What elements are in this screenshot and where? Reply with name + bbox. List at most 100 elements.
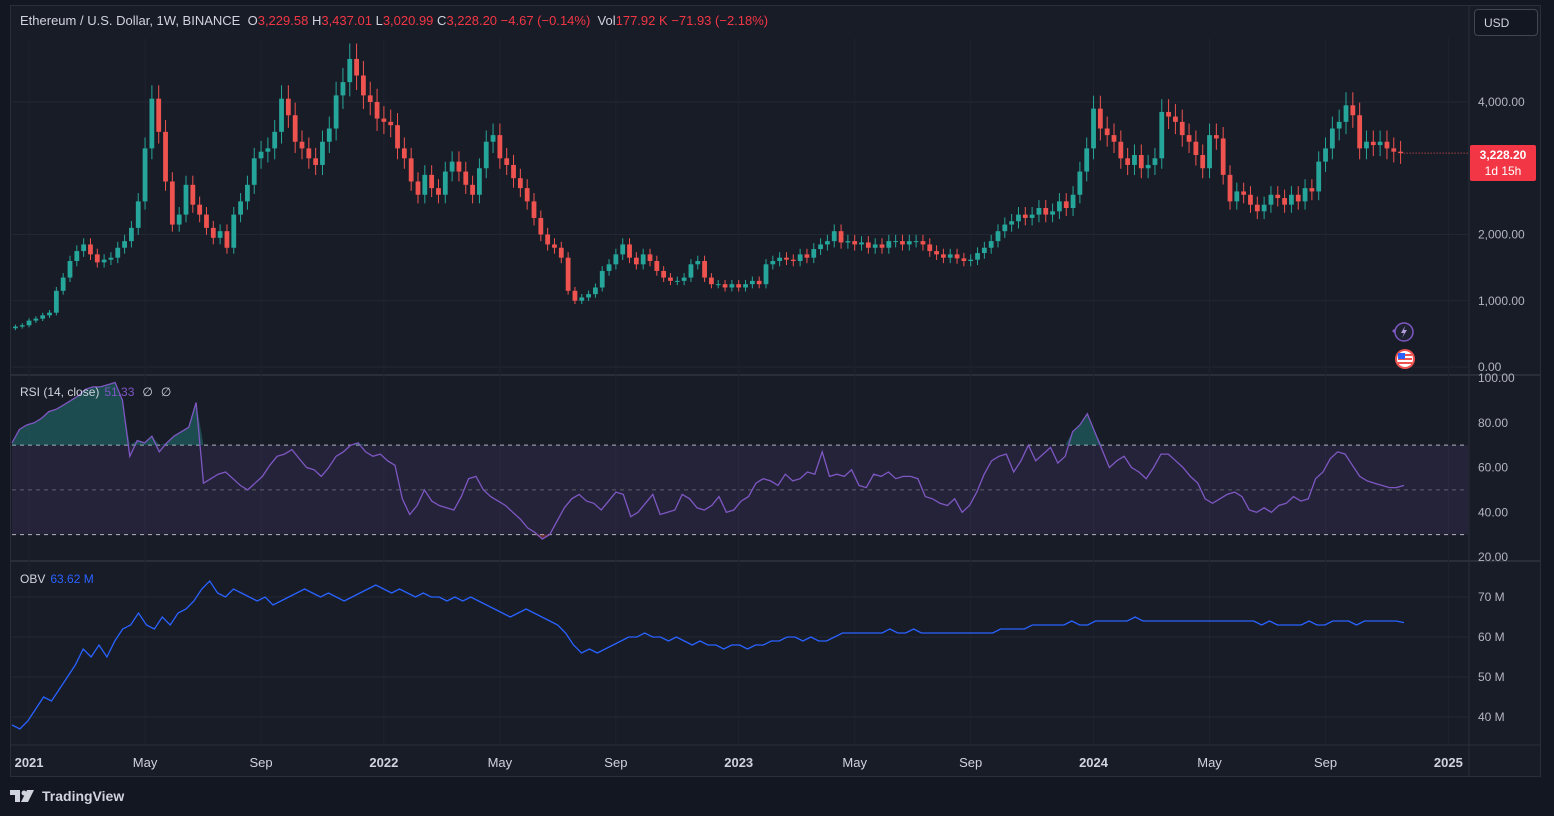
candle-body bbox=[231, 214, 237, 248]
chart-svg[interactable]: 4,000.002,000.001,000.000.002021 May Sep 20… bbox=[0, 0, 1554, 816]
candle-body bbox=[538, 217, 544, 235]
candle-body bbox=[497, 135, 503, 159]
candle-body bbox=[981, 247, 987, 254]
candle-body bbox=[865, 242, 871, 248]
candle-body bbox=[1179, 121, 1185, 136]
candle-body bbox=[156, 98, 162, 132]
candle-body bbox=[1193, 141, 1199, 155]
candle-body bbox=[1289, 194, 1294, 205]
candle-body bbox=[279, 98, 284, 132]
candle-body bbox=[122, 241, 127, 248]
high-label: H bbox=[311, 13, 322, 28]
candle-body bbox=[490, 135, 496, 142]
candle-body bbox=[906, 241, 912, 245]
candle-body bbox=[756, 280, 762, 285]
bar-countdown: 1d 15h bbox=[1484, 164, 1522, 178]
candle-body bbox=[149, 98, 155, 149]
candle-body bbox=[1152, 158, 1158, 165]
candle-body bbox=[552, 244, 557, 248]
candle-body bbox=[749, 280, 755, 285]
candle-body bbox=[292, 115, 298, 142]
rsi-axis-tick: 80.00 bbox=[1478, 416, 1508, 430]
candle-body bbox=[1200, 155, 1206, 169]
candle-body bbox=[934, 251, 939, 255]
candle-body bbox=[1213, 135, 1219, 139]
candle-body bbox=[1050, 211, 1055, 215]
candle-body bbox=[1084, 148, 1090, 172]
candle-body bbox=[729, 284, 735, 288]
candle-body bbox=[33, 318, 39, 321]
candle-body bbox=[736, 284, 742, 288]
tradingview-brand[interactable]: TradingView bbox=[10, 788, 124, 804]
candle-body bbox=[1132, 155, 1137, 165]
candle-body bbox=[900, 241, 905, 245]
price-axis-tick: 1,000.00 bbox=[1478, 294, 1525, 308]
last-price-tag: 3,228.20 1d 15h bbox=[1470, 145, 1536, 181]
candle-body bbox=[251, 158, 257, 185]
candle-body bbox=[599, 270, 605, 288]
candle-body bbox=[920, 241, 926, 245]
candle-body bbox=[941, 254, 946, 258]
candle-body bbox=[627, 244, 632, 258]
candle-body bbox=[1091, 108, 1096, 149]
candle-body bbox=[1063, 201, 1069, 208]
candle-body bbox=[872, 244, 878, 248]
candle-body bbox=[101, 259, 107, 263]
candle-body bbox=[838, 231, 844, 243]
candle-body bbox=[347, 58, 353, 83]
candle-body bbox=[831, 231, 837, 242]
candle-body bbox=[129, 227, 134, 242]
rsi-legend-extra2: ∅ bbox=[160, 385, 172, 399]
us-flag-icon[interactable] bbox=[1388, 346, 1420, 372]
candle-body bbox=[668, 277, 673, 281]
candle-body bbox=[674, 280, 680, 282]
candle-body bbox=[790, 259, 796, 261]
candle-body bbox=[968, 259, 974, 261]
candle-body bbox=[333, 95, 339, 129]
candle-body bbox=[1234, 191, 1240, 202]
lightning-icon[interactable] bbox=[1390, 319, 1416, 345]
candle-body bbox=[19, 325, 25, 327]
candle-body bbox=[879, 244, 885, 248]
open-value: 3,229.58 bbox=[257, 13, 309, 28]
candle-body bbox=[1350, 105, 1356, 116]
candle-body bbox=[797, 254, 803, 261]
rsi-axis-tick: 20.00 bbox=[1478, 550, 1508, 564]
low-label: L bbox=[375, 13, 383, 28]
candle-body bbox=[1248, 194, 1253, 205]
candle-body bbox=[1220, 138, 1226, 175]
candle-body bbox=[306, 148, 312, 159]
candle-body bbox=[777, 257, 783, 261]
candle-body bbox=[1043, 208, 1049, 215]
rsi-legend[interactable]: RSI (14, close) 51.33 ∅ ∅ bbox=[20, 385, 171, 399]
candle-body bbox=[1343, 105, 1349, 122]
candle-body bbox=[1166, 111, 1171, 117]
candle-body bbox=[927, 244, 933, 252]
candle-body bbox=[1186, 135, 1192, 142]
candle-body bbox=[975, 253, 980, 260]
candle-body bbox=[804, 254, 810, 258]
candle-body bbox=[381, 118, 387, 122]
candle-body bbox=[845, 241, 851, 243]
candle-body bbox=[531, 201, 537, 218]
candle-body bbox=[1261, 204, 1267, 212]
candle-body bbox=[272, 131, 278, 149]
obv-legend[interactable]: OBV 63.62 M bbox=[20, 572, 94, 586]
symbol-title: Ethereum / U.S. Dollar, 1W, BINANCE bbox=[20, 13, 241, 28]
time-axis-tick: May bbox=[133, 755, 158, 770]
candle-body bbox=[1275, 194, 1281, 199]
volume-label: Vol bbox=[597, 13, 616, 28]
candle-body bbox=[784, 257, 789, 260]
candle-body bbox=[1316, 161, 1322, 192]
candle-body bbox=[1009, 221, 1015, 225]
candle-body bbox=[1111, 135, 1117, 142]
candle-body bbox=[572, 290, 578, 301]
candle-body bbox=[545, 234, 551, 245]
candle-body bbox=[456, 161, 462, 172]
candle-body bbox=[238, 201, 243, 215]
candle-body bbox=[1364, 141, 1369, 149]
currency-button[interactable]: USD bbox=[1474, 9, 1538, 36]
obv-line bbox=[11, 579, 1405, 730]
candle-body bbox=[88, 244, 93, 255]
candle-body bbox=[374, 102, 380, 119]
